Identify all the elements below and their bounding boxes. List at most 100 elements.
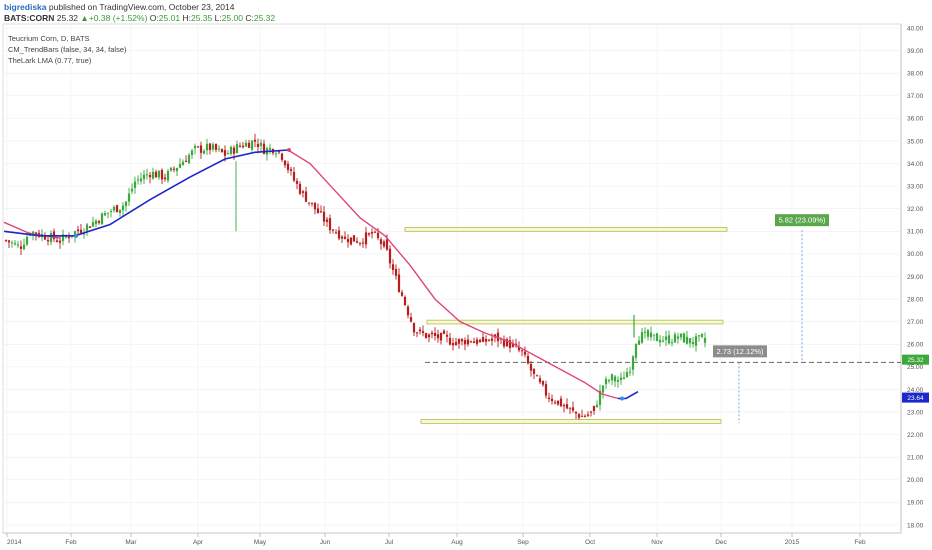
candle-body [295, 180, 299, 184]
candle-body [151, 171, 155, 179]
candle-body [613, 376, 617, 382]
lma-turn-dot [287, 147, 291, 152]
candle-body [307, 202, 311, 204]
candle-body [619, 377, 623, 381]
zone-rect [420, 419, 722, 424]
y-tick-label: 19.00 [907, 500, 924, 507]
x-tick-label: Feb [854, 539, 866, 546]
candle-body [274, 153, 278, 155]
candle-body [625, 372, 629, 378]
candle-body [250, 140, 254, 150]
candle-body [406, 306, 410, 316]
candle-body [10, 242, 14, 244]
x-tick-label: 2014 [7, 539, 22, 546]
candle-body [25, 236, 29, 245]
candle-body [235, 144, 239, 154]
candle-body [538, 378, 542, 383]
x-tick-label: Dec [715, 539, 727, 546]
candle-body [418, 329, 422, 332]
candle-body [526, 355, 530, 364]
candle-body [16, 244, 20, 246]
candle-body [277, 151, 281, 153]
zone-rect [426, 319, 724, 325]
x-tick-label: Mar [125, 539, 137, 546]
price-tags: 25.32 23.64 [902, 354, 929, 403]
x-tick-label: Jul [385, 539, 394, 546]
candle-body [664, 336, 668, 340]
y-tick-label: 34.00 [907, 161, 924, 168]
candle-body [103, 213, 107, 216]
candle-body [241, 145, 245, 148]
candle-body [595, 404, 599, 408]
candle-body [667, 335, 671, 344]
candle-body [661, 340, 665, 342]
candle-body [529, 363, 533, 371]
candle-body [226, 153, 230, 155]
candle-body [208, 143, 212, 151]
candle-body [169, 167, 173, 171]
candle-body [460, 339, 464, 342]
candle-body [157, 170, 161, 178]
time-axis[interactable]: 2014 Feb Mar Apr May Jun Jul Aug Sep Oct Nov Dec 201… [6, 533, 866, 546]
candle-body [670, 342, 674, 344]
price-chart[interactable]: 18.0019.0020.0021.0022.0023.0024.0025.00… [0, 0, 932, 550]
candle-body [376, 232, 380, 239]
candle-body [466, 339, 470, 345]
candle-body [400, 292, 404, 296]
candle-body [604, 378, 608, 385]
y-tick-label: 29.00 [907, 274, 924, 281]
candle-body [316, 208, 320, 214]
candle-body [655, 333, 659, 342]
candle-body [649, 332, 653, 338]
candle-body [160, 169, 164, 180]
candle-body [382, 241, 386, 247]
legend-symbol: Teucrium Corn, D, BATS [8, 34, 90, 43]
candle-body [703, 337, 707, 343]
candle-body [343, 236, 347, 239]
candle-body [232, 147, 236, 154]
candle-body [568, 407, 572, 409]
candle-body [385, 239, 389, 250]
candle-body [184, 160, 188, 162]
candle-body [220, 149, 224, 153]
candle-body [178, 163, 182, 168]
candle-body [439, 332, 443, 341]
candle-body [685, 336, 689, 344]
candle-body [610, 374, 614, 381]
candle-body [13, 243, 17, 245]
measure-label: 5.82 (23.09%) [778, 216, 826, 225]
candle-body [283, 160, 287, 166]
candle-body [364, 232, 368, 245]
candle-body [652, 334, 656, 336]
candle-body [100, 213, 104, 225]
candle-body [76, 229, 80, 232]
x-tick-label: Aug [451, 539, 463, 546]
candle-body [244, 142, 248, 147]
candle-body [133, 181, 137, 188]
candle-body [607, 380, 611, 382]
candle-body [391, 264, 395, 271]
candle-body [214, 144, 218, 150]
candle-body [388, 248, 392, 264]
candle-body [409, 317, 413, 322]
candle-body [589, 411, 593, 413]
candle-body [547, 397, 551, 400]
measure-annotations: 5.82 (23.09%) 2.73 (12.12%) [713, 214, 829, 424]
grid [3, 24, 901, 533]
candle-body [196, 146, 200, 148]
candle-body [148, 174, 152, 178]
candle-body [472, 341, 476, 344]
candle-body [247, 142, 251, 148]
candle-body [583, 415, 587, 417]
y-tick-label: 18.00 [907, 522, 924, 529]
candle-body [289, 169, 293, 171]
candle-body [163, 177, 167, 180]
price-axis[interactable]: 18.0019.0020.0021.0022.0023.0024.0025.00… [907, 25, 924, 529]
candle-body [97, 221, 101, 223]
candle-body [556, 400, 560, 405]
candle-body [643, 331, 647, 333]
y-tick-label: 21.00 [907, 455, 924, 462]
candle-body [331, 229, 335, 231]
candle-body [421, 331, 425, 333]
candle-body [580, 415, 584, 417]
